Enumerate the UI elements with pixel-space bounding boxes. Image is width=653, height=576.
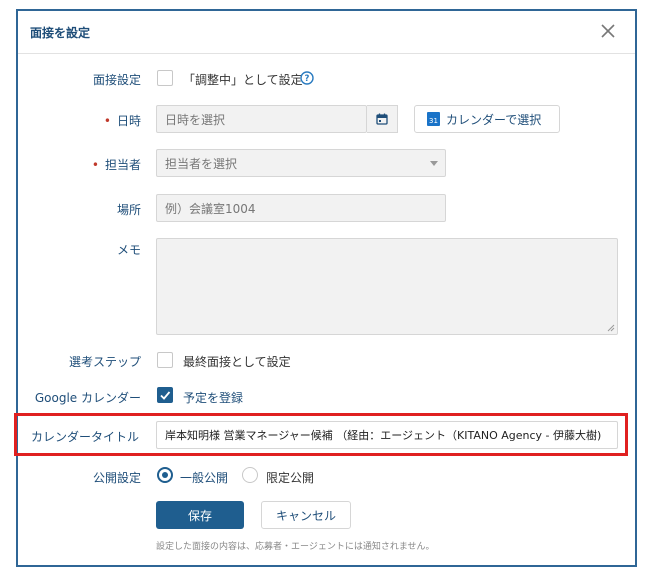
required-mark: •	[91, 158, 99, 172]
resize-grip-icon[interactable]	[607, 324, 615, 332]
checkmark-icon	[160, 391, 171, 400]
cancel-button[interactable]: キャンセル	[261, 501, 351, 529]
chevron-down-icon	[430, 161, 438, 166]
select-from-calendar-button[interactable]: 31 カレンダーで選択	[414, 105, 560, 133]
notification-note: 設定した面接の内容は、応募者・エージェントには通知されません。	[156, 542, 435, 552]
person-in-charge-label: • 担当者	[91, 158, 141, 172]
adjusting-checkbox[interactable]	[157, 70, 173, 86]
memo-label: メモ	[116, 243, 141, 257]
location-label: 場所	[116, 203, 141, 217]
modal-header: 面接を設定	[18, 11, 635, 54]
calendar-icon	[376, 113, 388, 125]
visibility-label: 公開設定	[92, 471, 141, 485]
datetime-input[interactable]: 日時を選択	[156, 105, 367, 133]
required-mark: •	[103, 114, 111, 128]
location-input[interactable]: 例）会議室1004	[156, 194, 446, 222]
save-button[interactable]: 保存	[156, 501, 244, 529]
memo-textarea[interactable]	[156, 238, 618, 335]
register-event-checkbox[interactable]	[157, 387, 173, 403]
final-interview-checkbox[interactable]	[157, 352, 173, 368]
radio-limited[interactable]	[242, 467, 258, 483]
calendar-title-label: カレンダータイトル	[30, 430, 139, 444]
modal-title: 面接を設定	[30, 26, 91, 40]
google-calendar-icon: 31	[427, 112, 440, 126]
radio-public-label: 一般公開	[180, 471, 229, 485]
select-from-calendar-label: カレンダーで選択	[446, 112, 542, 127]
datetime-label: • 日時	[103, 114, 141, 128]
radio-limited-label: 限定公開	[266, 471, 315, 485]
interview-setting-label: 面接設定	[92, 73, 141, 87]
svg-text:?: ?	[305, 74, 310, 84]
close-icon[interactable]	[599, 22, 617, 40]
calendar-title-input[interactable]: 岸本知明様 営業マネージャー候補 （経由：エージェント（KITANO Agenc…	[156, 421, 618, 449]
person-in-charge-select[interactable]: 担当者を選択	[156, 149, 446, 177]
selection-step-label: 選考ステップ	[68, 355, 141, 369]
calendar-picker-button[interactable]	[367, 105, 398, 133]
adjusting-checkbox-label: 「調整中」として設定	[183, 73, 303, 87]
radio-public[interactable]	[157, 467, 173, 483]
final-interview-checkbox-label: 最終面接として設定	[183, 355, 291, 369]
register-event-label: 予定を登録	[183, 391, 244, 405]
question-circle-icon[interactable]: ?	[300, 71, 314, 85]
google-calendar-label: Google カレンダー	[34, 391, 141, 405]
